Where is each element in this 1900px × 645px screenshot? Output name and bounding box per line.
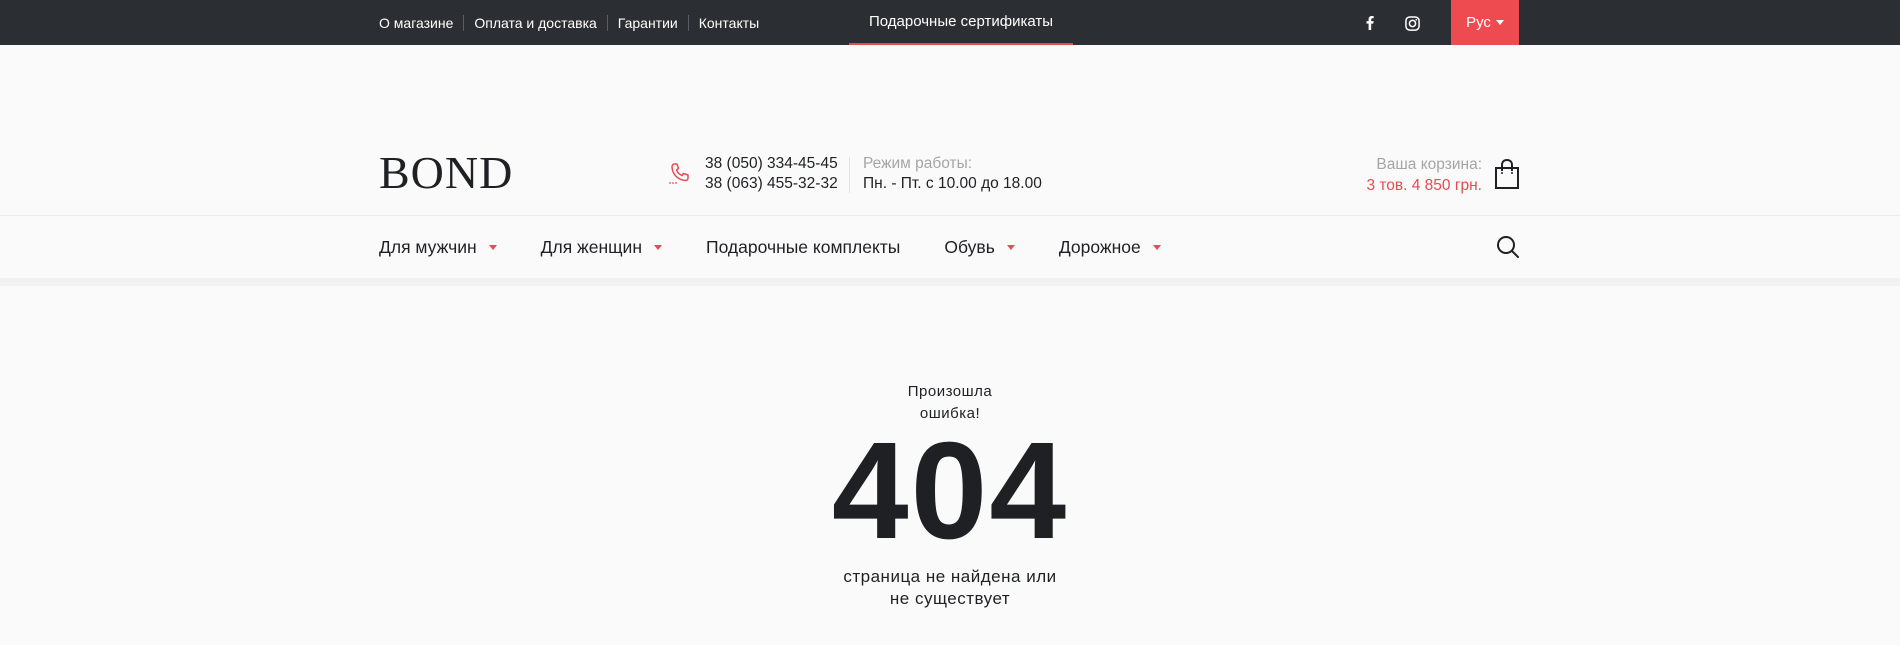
cart-summary[interactable]: Ваша корзина: 3 тов. 4 850 грн. (1366, 154, 1482, 196)
chevron-down-icon (1495, 20, 1504, 25)
nav-item-label: Для женщин (540, 236, 642, 257)
instagram-icon[interactable] (1402, 13, 1422, 33)
error-subtitle-line1: страница не найдена или (843, 567, 1057, 586)
phone-icon (668, 161, 692, 190)
top-link-payment-delivery[interactable]: Оплата и доставка (463, 14, 606, 31)
phone-number-2[interactable]: 38 (063) 455-32-32 (705, 174, 838, 194)
header: BOND 38 (050) 334-45-45 38 (063) 455-32-… (0, 45, 1900, 216)
caret-down-icon (654, 244, 662, 250)
top-link-guarantees[interactable]: Гарантии (606, 14, 688, 31)
nav-item-travel[interactable]: Дорожное (1059, 237, 1161, 258)
top-link-about[interactable]: О магазине (379, 15, 463, 31)
top-links: О магазине Оплата и доставка Гарантии Ко… (379, 0, 769, 45)
working-hours-value: Пн. - Пт. с 10.00 до 18.00 (863, 175, 1042, 192)
nav-item-women[interactable]: Для женщин (541, 237, 662, 258)
logo[interactable]: BOND (379, 150, 513, 196)
nav-item-label: Дорожное (1058, 236, 1141, 257)
working-hours-label: Режим работы: (863, 155, 973, 172)
nav-item-label: Обувь (944, 236, 995, 257)
error-code: 404 (831, 414, 1069, 568)
nav-item-label: Подарочные комплекты (706, 236, 901, 257)
top-link-contacts[interactable]: Контакты (687, 14, 769, 31)
nav-item-gift-sets[interactable]: Подарочные комплекты (706, 237, 900, 258)
nav-item-shoes[interactable]: Обувь (944, 236, 1015, 258)
phone-number-1[interactable]: 38 (050) 334-45-45 (705, 154, 838, 174)
search-icon[interactable] (1496, 235, 1520, 264)
language-label: Рус (1466, 14, 1491, 31)
caret-down-icon (1152, 244, 1161, 250)
header-divider (849, 157, 850, 193)
working-hours: Режим работы: Пн. - Пт. с 10.00 до 18.00 (863, 154, 1042, 194)
caret-down-icon (488, 244, 497, 250)
error-subtitle: страница не найдена или не существует (800, 566, 1100, 610)
shopping-bag-icon[interactable] (1494, 158, 1520, 195)
nav-divider (0, 278, 1900, 286)
cart-value: 3 тов. 4 850 грн. (1366, 177, 1482, 194)
gift-certificates-link[interactable]: Подарочные сертификаты (849, 0, 1073, 45)
cart-label: Ваша корзина: (1376, 156, 1482, 173)
nav-item-label: Для мужчин (379, 236, 477, 257)
phone-numbers: 38 (050) 334-45-45 38 (063) 455-32-32 (705, 154, 838, 194)
nav-item-men[interactable]: Для мужчин (379, 237, 497, 258)
error-subtitle-line2: не существует (889, 589, 1011, 608)
main-nav: Для мужчин Для женщин Подарочные комплек… (0, 216, 1900, 278)
top-bar: О магазине Оплата и доставка Гарантии Ко… (0, 0, 1900, 45)
error-title-line1: Произошла (907, 383, 993, 400)
language-selector[interactable]: Рус (1451, 0, 1519, 45)
facebook-icon[interactable] (1360, 13, 1380, 33)
caret-down-icon (1006, 244, 1015, 250)
